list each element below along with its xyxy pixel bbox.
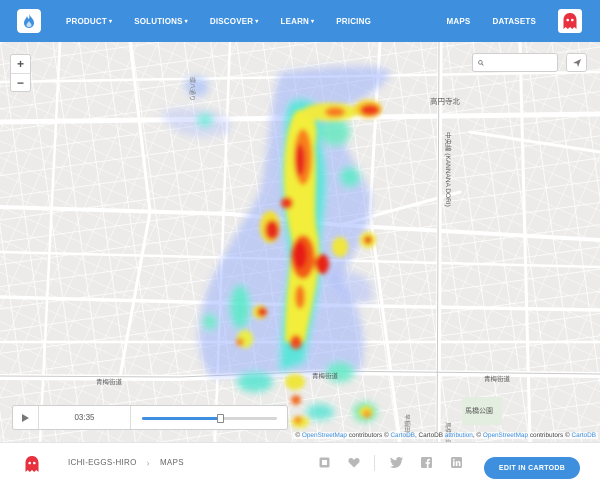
paper-plane-icon [572, 58, 581, 67]
heart-icon[interactable] [346, 455, 362, 471]
attrib-comma: , © [472, 432, 482, 439]
time-slider: 03:35 [12, 405, 288, 430]
linkedin-icon[interactable] [448, 455, 464, 471]
chevron-down-icon: ▾ [311, 18, 315, 25]
nav-product-label: PRODUCT [66, 16, 107, 26]
attrib-cartodb-link[interactable]: CartoDB [390, 432, 415, 439]
breadcrumb-user[interactable]: ICHI-EGGS-HIRO [68, 458, 137, 467]
attrib-osm-link-2[interactable]: OpenStreetMap [483, 432, 528, 439]
nav-solutions-label: SOLUTIONS [134, 16, 183, 26]
map-label-road-bottom-1: 青梅街道 [96, 377, 123, 386]
footer-divider [374, 455, 375, 471]
chevron-down-icon: ▾ [255, 18, 259, 25]
breadcrumb: ICHI-EGGS-HIRO › MAPS [68, 443, 184, 481]
edit-in-cartodb-button[interactable]: EDIT IN CARTODB [484, 457, 580, 479]
nav-discover-label: DISCOVER [209, 16, 254, 26]
map-label-road-vertical: 中央線 (KANNANA DORI) [444, 132, 453, 207]
map-label-street-1: 環八通り [188, 77, 196, 101]
zoom-out-button[interactable]: − [11, 73, 30, 91]
primary-nav: PRODUCT ▾ SOLUTIONS ▾ DISCOVER ▾ LEARN ▾ PRI… [66, 0, 371, 42]
map-search [472, 53, 558, 72]
nav-learn-label: LEARN [280, 16, 310, 26]
breadcrumb-section[interactable]: MAPS [160, 458, 184, 467]
attrib-prefix: © [295, 432, 301, 439]
map-canvas[interactable]: 高円寺北 中央線 (KANNANA DORI) 青梅街道 青梅街道 青梅街道 馬… [0, 42, 600, 442]
nav-discover[interactable]: DISCOVER ▾ [210, 17, 259, 26]
ghost-avatar-icon [563, 13, 577, 29]
nav-product[interactable]: PRODUCT ▾ [66, 17, 112, 26]
attrib-cartodb-link-2[interactable]: CartoDB [571, 432, 596, 439]
nav-pricing-label: PRICING [336, 16, 372, 26]
embed-icon[interactable] [316, 455, 332, 471]
play-button[interactable] [13, 406, 39, 429]
search-icon [478, 59, 484, 66]
twitter-icon[interactable] [388, 455, 404, 471]
share-button[interactable] [566, 53, 587, 72]
map-attribution: © OpenStreetMap contributors © CartoDB, … [293, 432, 598, 439]
nav-solutions[interactable]: SOLUTIONS ▾ [134, 17, 188, 26]
zoom-in-button[interactable]: + [11, 55, 30, 73]
map-label-station: 高円寺北 [430, 96, 460, 106]
attrib-osm-link[interactable]: OpenStreetMap [302, 432, 347, 439]
nav-learn[interactable]: LEARN ▾ [280, 17, 314, 26]
attrib-attribution-link[interactable]: attribution [445, 432, 473, 439]
nav-pricing[interactable]: PRICING [336, 17, 371, 26]
time-track[interactable] [131, 406, 287, 429]
nav-datasets[interactable]: DATASETS [492, 17, 536, 26]
map-label-park: 馬橋公園 [465, 406, 493, 415]
time-progress-fill [142, 417, 221, 420]
secondary-nav: MAPS DATASETS [447, 0, 536, 42]
chevron-down-icon: ▾ [108, 18, 113, 25]
chevron-right-icon: › [146, 457, 150, 468]
time-slider-handle[interactable] [217, 414, 225, 423]
play-icon [22, 413, 29, 422]
social-actions [316, 443, 464, 481]
time-rail [142, 414, 277, 423]
map-label-road-bottom-2: 青梅街道 [312, 371, 339, 380]
facebook-icon[interactable] [418, 455, 434, 471]
user-avatar[interactable] [558, 9, 582, 33]
nav-maps[interactable]: MAPS [447, 17, 471, 26]
top-navbar: PRODUCT ▾ SOLUTIONS ▾ DISCOVER ▾ LEARN ▾ PRI… [0, 0, 600, 42]
basemap-streets: 高円寺北 中央線 (KANNANA DORI) 青梅街道 青梅街道 青梅街道 馬… [0, 42, 600, 442]
cartodb-logo-icon[interactable] [17, 9, 41, 33]
attrib-contributors-2: contributors © [529, 432, 570, 439]
owner-avatar[interactable] [23, 455, 41, 473]
time-readout: 03:35 [39, 406, 131, 429]
ghost-avatar-icon [25, 456, 39, 472]
attrib-cartodb-text: , CartoDB [414, 432, 444, 439]
search-input[interactable] [489, 58, 557, 67]
map-label-road-bottom-3: 青梅街道 [484, 374, 511, 383]
attrib-contributors: contributors © [348, 432, 389, 439]
chevron-down-icon: ▾ [184, 18, 188, 25]
zoom-control: + − [10, 54, 31, 92]
